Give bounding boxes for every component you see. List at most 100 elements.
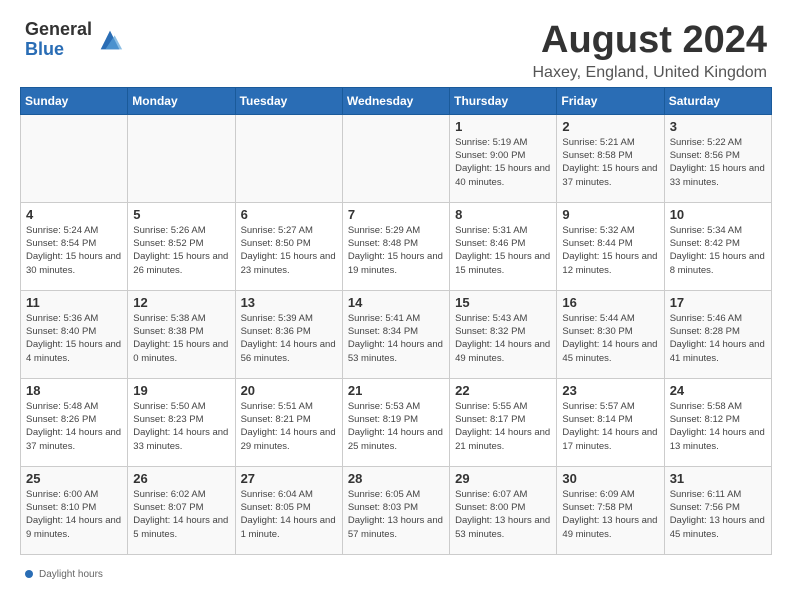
day-info: Sunrise: 5:44 AM Sunset: 8:30 PM Dayligh…: [562, 312, 658, 365]
day-info: Sunrise: 5:19 AM Sunset: 9:00 PM Dayligh…: [455, 136, 551, 189]
day-number: 16: [562, 295, 658, 310]
day-info: Sunrise: 5:46 AM Sunset: 8:28 PM Dayligh…: [670, 312, 766, 365]
table-row: 5 Sunrise: 5:26 AM Sunset: 8:52 PM Daylig…: [128, 202, 235, 290]
day-info: Sunrise: 5:36 AM Sunset: 8:40 PM Dayligh…: [26, 312, 122, 365]
day-info: Sunrise: 5:29 AM Sunset: 8:48 PM Dayligh…: [348, 224, 444, 277]
day-number: 11: [26, 295, 122, 310]
day-number: 27: [241, 471, 337, 486]
table-row: 30 Sunrise: 6:09 AM Sunset: 7:58 PM Dayli…: [557, 466, 664, 554]
day-info: Sunrise: 5:53 AM Sunset: 8:19 PM Dayligh…: [348, 400, 444, 453]
table-row: [235, 114, 342, 202]
table-row: 24 Sunrise: 5:58 AM Sunset: 8:12 PM Dayli…: [664, 378, 771, 466]
day-number: 8: [455, 207, 551, 222]
day-info: Sunrise: 6:05 AM Sunset: 8:03 PM Dayligh…: [348, 488, 444, 541]
day-number: 4: [26, 207, 122, 222]
day-info: Sunrise: 5:43 AM Sunset: 8:32 PM Dayligh…: [455, 312, 551, 365]
table-row: 6Sunrise: 5:27 AM Sunset: 8:50 PM Daylig…: [235, 202, 342, 290]
table-row: 3 Sunrise: 5:22 AM Sunset: 8:56 PM Daylig…: [664, 114, 771, 202]
table-row: 2Sunrise: 5:21 AM Sunset: 8:58 PM Daylig…: [557, 114, 664, 202]
header-thursday: Thursday: [450, 87, 557, 114]
day-number: 23: [562, 383, 658, 398]
footer-dot: [25, 570, 33, 578]
table-row: 27Sunrise: 6:04 AM Sunset: 8:05 PM Dayli…: [235, 466, 342, 554]
day-number: 20: [241, 383, 337, 398]
day-number: 28: [348, 471, 444, 486]
day-number: 15: [455, 295, 551, 310]
day-number: 30: [562, 471, 658, 486]
day-number: 29: [455, 471, 551, 486]
day-info: Sunrise: 6:02 AM Sunset: 8:07 PM Dayligh…: [133, 488, 229, 541]
table-row: 8 Sunrise: 5:31 AM Sunset: 8:46 PM Daylig…: [450, 202, 557, 290]
day-info: Sunrise: 5:58 AM Sunset: 8:12 PM Dayligh…: [670, 400, 766, 453]
day-info: Sunrise: 5:51 AM Sunset: 8:21 PM Dayligh…: [241, 400, 337, 453]
calendar-container: Sunday Monday Tuesday Wednesday Thursday…: [10, 87, 782, 565]
day-info: Sunrise: 5:26 AM Sunset: 8:52 PM Dayligh…: [133, 224, 229, 277]
title-section: August 2024 Haxey, England, United Kingd…: [532, 20, 767, 82]
logo: General Blue: [25, 20, 124, 60]
day-number: 19: [133, 383, 229, 398]
day-info: Sunrise: 5:22 AM Sunset: 8:56 PM Dayligh…: [670, 136, 766, 189]
day-number: 9: [562, 207, 658, 222]
table-row: 21 Sunrise: 5:53 AM Sunset: 8:19 PM Dayli…: [342, 378, 449, 466]
table-row: 29Sunrise: 6:07 AM Sunset: 8:00 PM Dayli…: [450, 466, 557, 554]
table-row: 18 Sunrise: 5:48 AM Sunset: 8:26 PM Dayli…: [21, 378, 128, 466]
day-info: Sunrise: 6:11 AM Sunset: 7:56 PM Dayligh…: [670, 488, 766, 541]
month-title: August 2024: [532, 20, 767, 62]
day-number: 6: [241, 207, 337, 222]
day-info: Sunrise: 5:32 AM Sunset: 8:44 PM Dayligh…: [562, 224, 658, 277]
table-row: 19 Sunrise: 5:50 AM Sunset: 8:23 PM Dayli…: [128, 378, 235, 466]
day-number: 5: [133, 207, 229, 222]
day-number: 26: [133, 471, 229, 486]
day-number: 21: [348, 383, 444, 398]
day-info: Sunrise: 5:34 AM Sunset: 8:42 PM Dayligh…: [670, 224, 766, 277]
footer: Daylight hours: [10, 565, 782, 584]
day-info: Sunrise: 6:09 AM Sunset: 7:58 PM Dayligh…: [562, 488, 658, 541]
header-saturday: Saturday: [664, 87, 771, 114]
logo-icon: [96, 26, 124, 54]
table-row: 1 Sunrise: 5:19 AM Sunset: 9:00 PM Daylig…: [450, 114, 557, 202]
day-number: 18: [26, 383, 122, 398]
day-info: Sunrise: 5:24 AM Sunset: 8:54 PM Dayligh…: [26, 224, 122, 277]
day-info: Sunrise: 5:31 AM Sunset: 8:46 PM Dayligh…: [455, 224, 551, 277]
header-sunday: Sunday: [21, 87, 128, 114]
day-number: 14: [348, 295, 444, 310]
table-row: 10 Sunrise: 5:34 AM Sunset: 8:42 PM Dayli…: [664, 202, 771, 290]
table-row: 20 Sunrise: 5:51 AM Sunset: 8:21 PM Dayli…: [235, 378, 342, 466]
table-row: 17 Sunrise: 5:46 AM Sunset: 8:28 PM Dayli…: [664, 290, 771, 378]
day-number: 24: [670, 383, 766, 398]
table-row: 23Sunrise: 5:57 AM Sunset: 8:14 PM Dayli…: [557, 378, 664, 466]
table-row: 9 Sunrise: 5:32 AM Sunset: 8:44 PM Daylig…: [557, 202, 664, 290]
calendar-table: Sunday Monday Tuesday Wednesday Thursday…: [20, 87, 772, 555]
day-info: Sunrise: 5:50 AM Sunset: 8:23 PM Dayligh…: [133, 400, 229, 453]
table-row: 16 Sunrise: 5:44 AM Sunset: 8:30 PM Dayli…: [557, 290, 664, 378]
day-number: 3: [670, 119, 766, 134]
table-row: 12 Sunrise: 5:38 AM Sunset: 8:38 PM Dayli…: [128, 290, 235, 378]
day-info: Sunrise: 5:39 AM Sunset: 8:36 PM Dayligh…: [241, 312, 337, 365]
table-row: 28 Sunrise: 6:05 AM Sunset: 8:03 PM Dayli…: [342, 466, 449, 554]
day-info: Sunrise: 5:38 AM Sunset: 8:38 PM Dayligh…: [133, 312, 229, 365]
table-row: 22Sunrise: 5:55 AM Sunset: 8:17 PM Dayli…: [450, 378, 557, 466]
table-row: 11 Sunrise: 5:36 AM Sunset: 8:40 PM Dayli…: [21, 290, 128, 378]
table-row: 25 Sunrise: 6:00 AM Sunset: 8:10 PM Dayli…: [21, 466, 128, 554]
page-header: General Blue August 2024 Haxey, England,…: [10, 10, 782, 87]
day-number: 10: [670, 207, 766, 222]
calendar-header: Sunday Monday Tuesday Wednesday Thursday…: [21, 87, 772, 114]
table-row: 13Sunrise: 5:39 AM Sunset: 8:36 PM Dayli…: [235, 290, 342, 378]
table-row: [342, 114, 449, 202]
table-row: 4 Sunrise: 5:24 AM Sunset: 8:54 PM Daylig…: [21, 202, 128, 290]
calendar-body: 1 Sunrise: 5:19 AM Sunset: 9:00 PM Daylig…: [21, 114, 772, 554]
table-row: [128, 114, 235, 202]
header-tuesday: Tuesday: [235, 87, 342, 114]
day-info: Sunrise: 5:41 AM Sunset: 8:34 PM Dayligh…: [348, 312, 444, 365]
day-number: 7: [348, 207, 444, 222]
day-info: Sunrise: 5:48 AM Sunset: 8:26 PM Dayligh…: [26, 400, 122, 453]
day-number: 12: [133, 295, 229, 310]
table-row: 26 Sunrise: 6:02 AM Sunset: 8:07 PM Dayli…: [128, 466, 235, 554]
day-number: 17: [670, 295, 766, 310]
day-info: Sunrise: 5:21 AM Sunset: 8:58 PM Dayligh…: [562, 136, 658, 189]
table-row: 15 Sunrise: 5:43 AM Sunset: 8:32 PM Dayli…: [450, 290, 557, 378]
day-number: 25: [26, 471, 122, 486]
day-info: Sunrise: 5:55 AM Sunset: 8:17 PM Dayligh…: [455, 400, 551, 453]
day-number: 1: [455, 119, 551, 134]
day-info: Sunrise: 6:00 AM Sunset: 8:10 PM Dayligh…: [26, 488, 122, 541]
